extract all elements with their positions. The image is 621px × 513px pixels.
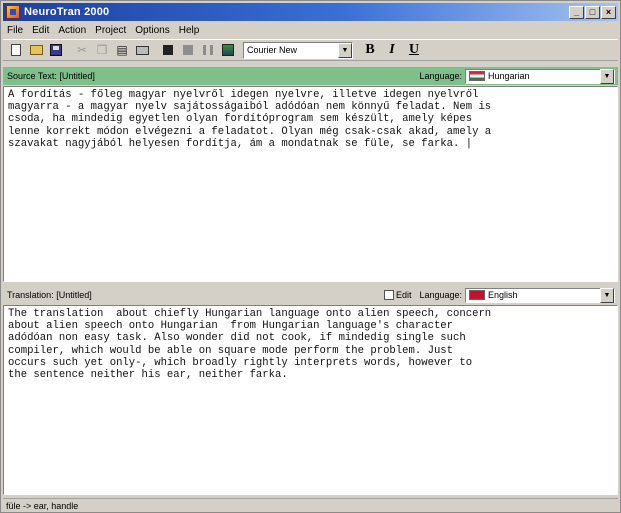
new-file-button[interactable]: [7, 41, 25, 59]
dictionary-button[interactable]: [219, 41, 237, 59]
save-button[interactable]: [47, 41, 65, 59]
font-dropdown[interactable]: Courier New ▼: [243, 41, 353, 59]
chevron-down-icon[interactable]: ▼: [600, 287, 614, 303]
close-button[interactable]: ×: [601, 5, 616, 19]
toolbar-separator: [67, 41, 71, 59]
window-title: NeuroTran 2000: [24, 6, 110, 18]
menu-project[interactable]: Project: [95, 25, 126, 36]
app-window: NeuroTran 2000 _ □ × File Edit Action Pr…: [0, 0, 621, 513]
translation-language-label: Language:: [419, 290, 462, 300]
menu-bar: File Edit Action Project Options Help: [3, 22, 618, 38]
menu-edit[interactable]: Edit: [32, 25, 49, 36]
translation-panel-title: Translation: [Untitled]: [7, 290, 92, 300]
copy-button[interactable]: ❐: [93, 41, 111, 59]
minimize-button[interactable]: _: [569, 5, 584, 19]
stop-icon: [183, 45, 193, 55]
dictionary-icon: [222, 44, 234, 56]
translate-button[interactable]: [159, 41, 177, 59]
floppy-disk-icon: [50, 44, 62, 56]
folder-icon: [29, 45, 43, 55]
translation-language-dropdown[interactable]: English ▼: [465, 287, 615, 303]
printer-icon: [135, 45, 149, 55]
maximize-button[interactable]: □: [585, 5, 600, 19]
bold-button[interactable]: B: [361, 41, 379, 59]
font-dropdown-value: Courier New: [247, 45, 298, 55]
italic-button[interactable]: I: [383, 41, 401, 59]
toolbar: ✂ ❐ ▤ Courier New ▼ B I U: [3, 39, 618, 61]
source-panel-header: Source Text: [Untitled] Language: Hungar…: [3, 67, 618, 85]
translation-language-value: English: [488, 290, 518, 300]
scissors-icon: ✂: [76, 43, 88, 57]
cut-button[interactable]: ✂: [73, 41, 91, 59]
english-flag-icon: [469, 290, 485, 300]
print-button[interactable]: [133, 41, 151, 59]
chevron-down-icon[interactable]: ▼: [600, 68, 614, 84]
edit-icon: [383, 290, 394, 300]
menu-options[interactable]: Options: [135, 25, 169, 36]
copy-icon: ❐: [96, 43, 108, 57]
edit-button-label: Edit: [395, 290, 412, 300]
chevron-down-icon[interactable]: ▼: [338, 42, 352, 58]
pause-button[interactable]: [199, 41, 217, 59]
paste-button[interactable]: ▤: [113, 41, 131, 59]
hungarian-flag-icon: [469, 71, 485, 81]
menu-action[interactable]: Action: [58, 25, 86, 36]
underline-button[interactable]: U: [405, 41, 423, 59]
pause-icon: [203, 45, 213, 55]
translate-icon: [163, 45, 173, 55]
status-bar: füle -> ear, handle: [3, 498, 618, 512]
new-file-icon: [11, 44, 21, 56]
clipboard-icon: ▤: [116, 43, 128, 57]
title-bar[interactable]: NeuroTran 2000 _ □ ×: [3, 3, 618, 21]
window-controls: _ □ ×: [569, 5, 616, 19]
menu-file[interactable]: File: [7, 25, 23, 36]
source-language-value: Hungarian: [488, 71, 530, 81]
edit-button[interactable]: Edit: [383, 290, 412, 300]
app-icon: [6, 5, 20, 19]
translation-panel-header: Translation: [Untitled] Edit Language: E…: [3, 286, 618, 304]
stop-button[interactable]: [179, 41, 197, 59]
status-text: füle -> ear, handle: [6, 500, 79, 511]
source-text-area[interactable]: A fordítás - főleg magyar nyelvről idege…: [3, 86, 618, 282]
menu-help[interactable]: Help: [179, 25, 200, 36]
source-language-dropdown[interactable]: Hungarian ▼: [465, 68, 615, 84]
source-language-label: Language:: [419, 71, 462, 81]
open-file-button[interactable]: [27, 41, 45, 59]
toolbar-separator: [153, 41, 157, 59]
translation-text-area[interactable]: The translation about chiefly Hungarian …: [3, 305, 618, 495]
source-panel-title: Source Text: [Untitled]: [7, 71, 95, 81]
